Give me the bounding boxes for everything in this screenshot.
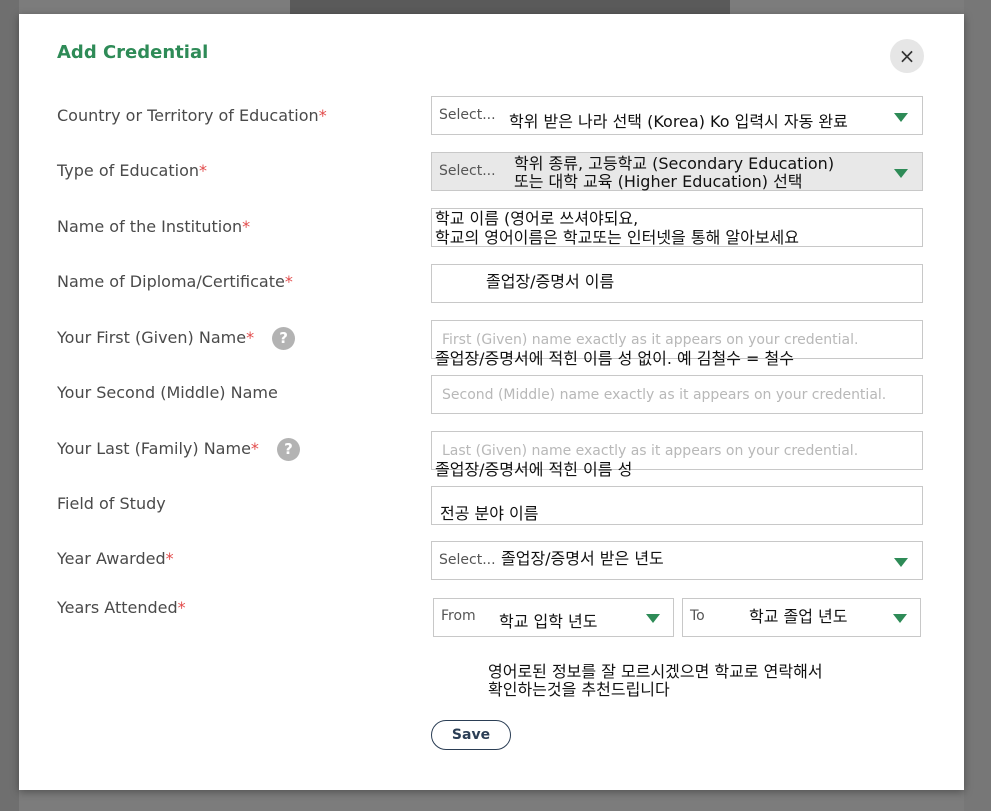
field-of-study-label: Field of Study [57,494,166,513]
type-select-value: Select... [439,163,496,179]
annotation-from: 학교 입학 년도 [499,612,598,631]
last-name-label: Your Last (Family) Name*? [57,438,300,461]
add-credential-modal: Add Credential × Country or Territory of… [19,14,964,790]
annotation-diploma: 졸업장/증명서 이름 [486,272,615,291]
background-panel-right [964,0,991,811]
annotation-year: 졸업장/증명서 받은 년도 [501,549,664,568]
annotation-institution-line1: 학교 이름 (영어로 쓰셔야되요, [435,209,639,228]
diploma-label: Name of Diploma/Certificate* [57,272,293,291]
annotation-institution-line2: 학교의 영어이름은 학교또는 인터넷을 통해 알아보세요 [435,228,799,247]
chevron-down-icon [894,558,908,567]
chevron-down-icon [646,614,660,623]
background-panel-left [0,0,19,811]
country-label: Country or Territory of Education* [57,106,327,125]
year-awarded-label: Year Awarded* [57,549,174,568]
second-name-label: Your Second (Middle) Name [57,383,278,402]
annotation-country: 학위 받은 나라 선택 (Korea) Ko 입력시 자동 완료 [509,112,848,131]
help-icon[interactable]: ? [276,438,300,461]
annotation-field: 전공 분야 이름 [440,504,539,523]
second-name-input[interactable]: Second (Middle) name exactly as it appea… [431,375,923,414]
annotation-footer-line1: 영어로된 정보를 잘 모르시겠으면 학교로 연락해서 [488,662,823,681]
help-icon[interactable]: ? [272,327,296,350]
first-name-placeholder: First (Given) name exactly as it appears… [442,332,859,348]
chevron-down-icon [894,169,908,178]
second-name-placeholder: Second (Middle) name exactly as it appea… [442,387,887,403]
close-button[interactable]: × [890,39,924,73]
annotation-footer-line2: 확인하는것을 추천드립니다 [488,680,670,699]
chevron-down-icon [894,113,908,122]
modal-title: Add Credential [57,42,209,63]
annotation-to: 학교 졸업 년도 [749,607,848,626]
first-name-label: Your First (Given) Name*? [57,327,296,350]
save-button[interactable]: Save [431,720,511,750]
to-select-value: To [690,608,705,624]
close-icon: × [898,44,916,68]
last-name-placeholder: Last (Given) name exactly as it appears … [442,443,859,459]
chevron-down-icon [893,614,907,623]
background-panel-top [290,0,730,14]
annotation-last-name: 졸업장/증명서에 적힌 이름 성 [435,460,633,479]
type-label: Type of Education* [57,161,207,180]
years-attended-label: Years Attended* [57,598,186,617]
annotation-type-line1: 학위 종류, 고등학교 (Secondary Education) [514,154,835,173]
year-select-value: Select... [439,552,496,568]
from-select-value: From [441,608,476,624]
country-select-value: Select... [439,107,496,123]
annotation-type-line2: 또는 대학 교육 (Higher Education) 선택 [514,172,803,191]
institution-label: Name of the Institution* [57,217,251,236]
annotation-first-name: 졸업장/증명서에 적힌 이름 성 없이. 예 김철수 = 철수 [435,349,794,368]
